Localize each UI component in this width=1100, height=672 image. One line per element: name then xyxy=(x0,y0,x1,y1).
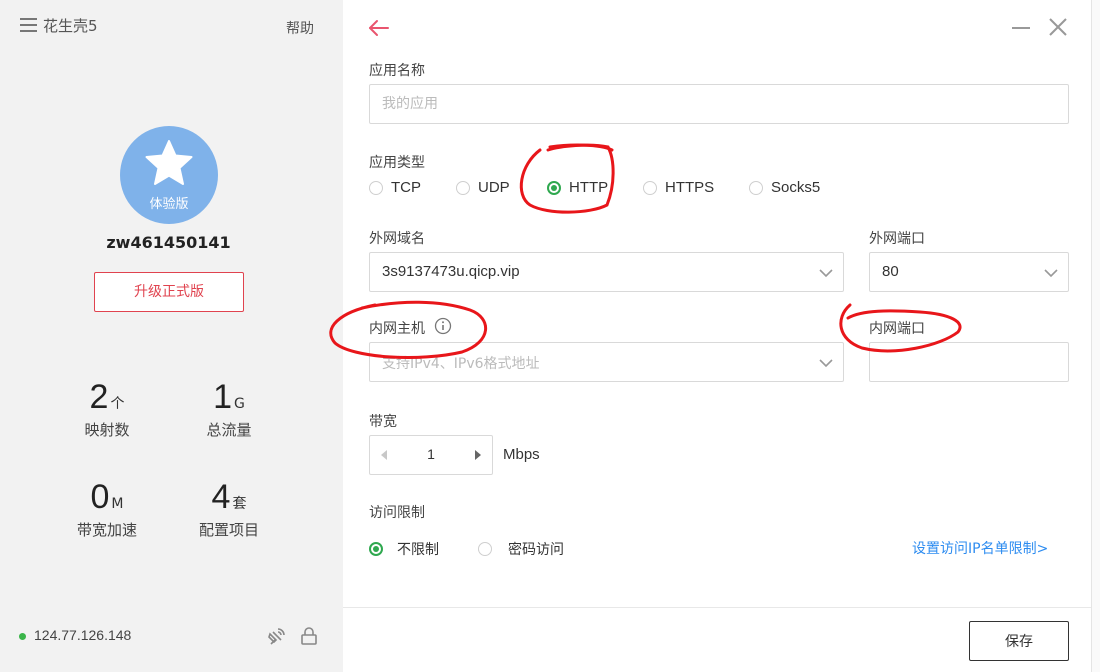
stat-bandwidth-boost: 0M 带宽加速 xyxy=(47,478,167,540)
stat-value: 4 xyxy=(211,478,231,516)
radio-label: HTTPS xyxy=(665,179,715,196)
decrement-button[interactable] xyxy=(370,436,400,474)
caret-left-icon xyxy=(381,450,387,460)
radio-password[interactable]: 密码访问 xyxy=(478,539,564,559)
int-port-input[interactable] xyxy=(869,342,1069,382)
bandwidth-label: 带宽 xyxy=(369,414,397,430)
domain-value: 3s9137473u.qicp.vip xyxy=(382,263,520,280)
stat-mappings: 2个 映射数 xyxy=(47,378,167,440)
minimize-icon[interactable] xyxy=(1010,16,1032,38)
radio-label: 不限制 xyxy=(397,542,439,558)
radio-circle xyxy=(749,180,763,195)
menu-icon[interactable] xyxy=(20,16,38,34)
star-icon xyxy=(145,140,193,185)
radio-circle-selected xyxy=(547,180,561,195)
stat-unit: M xyxy=(111,496,124,512)
stat-traffic: 1G 总流量 xyxy=(169,378,289,440)
radio-udp[interactable]: UDP xyxy=(456,179,510,196)
radio-label: 密码访问 xyxy=(508,542,564,558)
stat-unit: G xyxy=(234,396,245,412)
app-name-label: 应用名称 xyxy=(369,63,425,79)
stat-label: 带宽加速 xyxy=(76,521,137,539)
chevron-down-icon xyxy=(819,269,833,278)
radio-label: TCP xyxy=(391,179,421,196)
increment-button[interactable] xyxy=(462,436,492,474)
domain-label: 外网域名 xyxy=(369,231,425,247)
ext-port-select[interactable]: 80 xyxy=(869,252,1069,292)
stat-config-items: 4套 配置项目 xyxy=(169,478,289,540)
int-host-label: 内网主机 xyxy=(369,321,425,337)
radio-circle xyxy=(369,180,383,195)
caret-right-icon xyxy=(475,450,481,460)
stat-value: 1 xyxy=(213,378,233,416)
radio-circle xyxy=(478,542,492,556)
lock-icon[interactable] xyxy=(299,626,319,646)
avatar[interactable]: 体验版 xyxy=(120,126,218,224)
ext-port-value: 80 xyxy=(882,263,899,280)
close-icon[interactable] xyxy=(1047,16,1069,38)
radio-circle xyxy=(643,180,657,195)
app-name-input[interactable] xyxy=(369,84,1069,124)
bandwidth-value: 1 xyxy=(427,446,435,462)
stat-unit: 个 xyxy=(110,396,125,412)
radio-socks5[interactable]: Socks5 xyxy=(749,179,820,196)
stat-value: 0 xyxy=(90,478,110,516)
background-window-edge xyxy=(1091,0,1100,672)
radio-tcp[interactable]: TCP xyxy=(369,179,421,196)
stat-label: 映射数 xyxy=(84,421,130,439)
username: zw461450141 xyxy=(106,233,231,252)
footer-divider xyxy=(343,607,1091,608)
back-arrow-icon[interactable] xyxy=(367,16,391,40)
radio-http[interactable]: HTTP xyxy=(547,179,608,196)
radio-label: Socks5 xyxy=(771,179,821,196)
radio-no-limit[interactable]: 不限制 xyxy=(369,539,439,559)
ip-limit-link[interactable]: 设置访问IP名单限制> xyxy=(912,538,1048,558)
help-link[interactable]: 帮助 xyxy=(286,18,314,38)
bandwidth-unit: Mbps xyxy=(503,446,540,463)
sidebar: 花生壳5 帮助 体验版 zw461450141 升级正式版 2个 映射数 1G … xyxy=(0,0,343,672)
online-status-dot xyxy=(19,633,26,640)
app-title: 花生壳5 xyxy=(43,17,98,35)
int-host-placeholder: 支持IPv4、IPv6格式地址 xyxy=(382,356,540,372)
radio-label: HTTP xyxy=(569,179,609,196)
chevron-down-icon xyxy=(819,359,833,368)
stat-unit: 套 xyxy=(232,496,247,512)
domain-select[interactable]: 3s9137473u.qicp.vip xyxy=(369,252,844,292)
radio-https[interactable]: HTTPS xyxy=(643,179,714,196)
app-type-label: 应用类型 xyxy=(369,155,425,171)
bandwidth-stepper[interactable]: 1 xyxy=(369,435,493,475)
radio-label: UDP xyxy=(478,179,510,196)
satellite-icon[interactable] xyxy=(267,626,287,646)
access-label: 访问限制 xyxy=(369,505,425,521)
stat-value: 2 xyxy=(89,378,109,416)
edition-badge: 体验版 xyxy=(149,197,189,212)
upgrade-button[interactable]: 升级正式版 xyxy=(94,272,244,312)
ext-port-label: 外网端口 xyxy=(869,231,925,247)
chevron-down-icon xyxy=(1044,269,1058,278)
ip-address: 124.77.126.148 xyxy=(34,627,132,643)
save-button[interactable]: 保存 xyxy=(969,621,1069,661)
radio-circle xyxy=(456,180,470,195)
stat-label: 配置项目 xyxy=(198,521,259,539)
int-host-select[interactable]: 支持IPv4、IPv6格式地址 xyxy=(369,342,844,382)
info-icon[interactable] xyxy=(434,317,452,335)
stat-label: 总流量 xyxy=(206,421,252,439)
radio-circle-selected xyxy=(369,542,383,556)
int-port-label: 内网端口 xyxy=(869,321,925,337)
